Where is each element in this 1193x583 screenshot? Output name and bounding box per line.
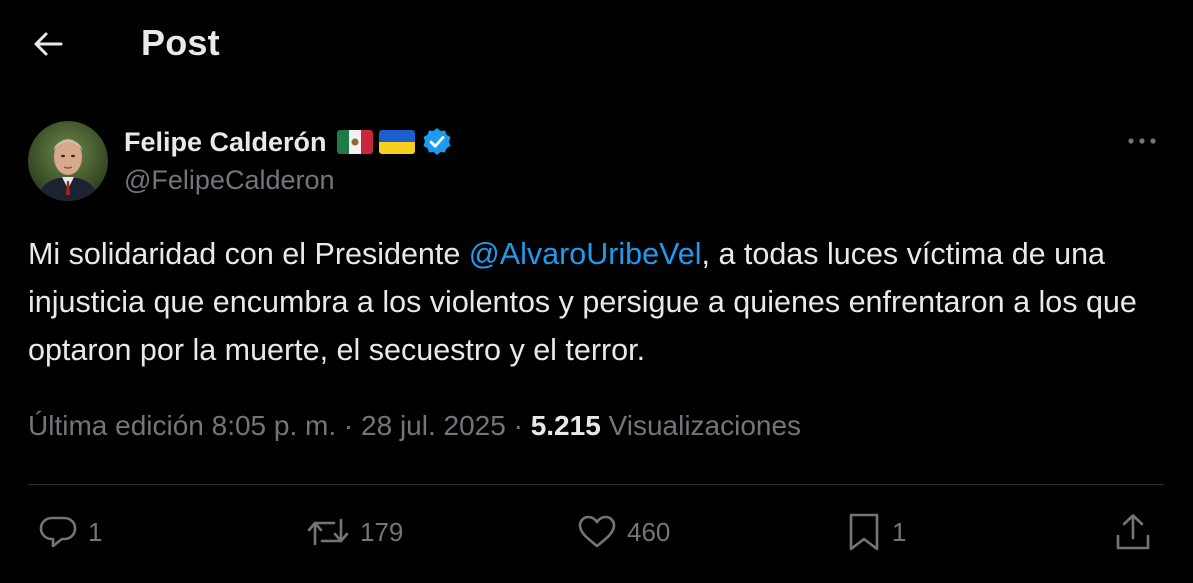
bookmark-icon — [849, 513, 879, 551]
page-title: Post — [141, 22, 220, 63]
tweet-text: Mi solidaridad con el Presidente @Alvaro… — [28, 230, 1168, 374]
top-bar: Post — [0, 0, 1193, 90]
avatar[interactable] — [28, 121, 108, 201]
ukraine-flag-icon — [378, 130, 415, 154]
more-options-button[interactable] — [1122, 126, 1162, 156]
repost-button[interactable]: 179 — [306, 510, 403, 554]
author-name-row: Felipe Calderón — [124, 124, 453, 160]
heart-icon — [578, 515, 616, 548]
author-handle[interactable]: @FelipeCalderon — [124, 165, 335, 196]
display-name[interactable]: Felipe Calderón — [124, 127, 327, 158]
like-button[interactable]: 460 — [577, 510, 670, 554]
bookmark-button[interactable]: 1 — [846, 510, 906, 554]
bookmark-count: 1 — [892, 516, 907, 547]
avatar-image — [28, 121, 108, 201]
like-count: 460 — [627, 516, 671, 547]
share-button[interactable] — [1114, 510, 1152, 554]
arrow-left-icon — [34, 32, 63, 56]
reply-button[interactable]: 1 — [38, 510, 102, 554]
more-horizontal-icon — [1128, 138, 1156, 144]
views-label: Visualizaciones — [600, 410, 802, 441]
reply-count: 1 — [88, 516, 103, 547]
divider — [28, 484, 1164, 485]
meta-separator: · — [505, 410, 531, 441]
back-button[interactable] — [28, 26, 68, 62]
share-icon — [1116, 514, 1150, 550]
mention-link[interactable]: @AlvaroUribeVel — [469, 237, 702, 271]
edited-timestamp[interactable]: Última edición 8:05 p. m. · 28 jul. 2025 — [28, 410, 506, 441]
mexico-flag-icon — [336, 130, 373, 154]
verified-badge-icon[interactable] — [421, 126, 453, 158]
tweet-meta: Última edición 8:05 p. m. · 28 jul. 2025… — [28, 410, 801, 442]
repost-count: 179 — [360, 516, 404, 547]
repost-icon — [307, 518, 349, 546]
views-count: 5.215 — [530, 410, 601, 441]
tweet-text-before: Mi solidaridad con el Presidente — [28, 237, 469, 271]
reply-icon — [39, 516, 77, 548]
